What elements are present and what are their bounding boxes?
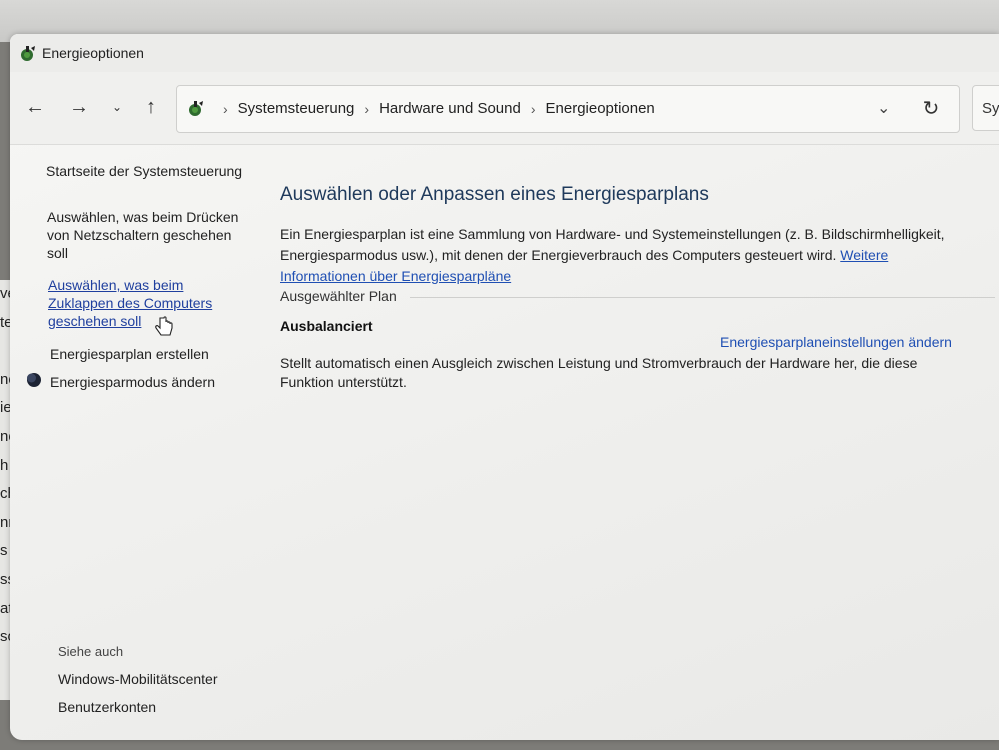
sidebar: Startseite der Systemsteuerung Auswählen… xyxy=(10,144,260,740)
chevron-right-icon[interactable]: › xyxy=(531,101,536,117)
breadcrumb: › Systemsteuerung › Hardware und Sound ›… xyxy=(213,100,655,117)
plan-description-text: Funktion unterstützt. xyxy=(280,374,407,390)
search-input[interactable]: Sy xyxy=(972,85,999,131)
description-text: Ein Energiesparplan ist eine Sammlung vo… xyxy=(280,226,945,242)
forward-button[interactable]: → xyxy=(66,94,92,120)
link-line: Zuklappen des Computers xyxy=(48,295,213,311)
power-options-icon xyxy=(189,101,203,116)
up-button[interactable]: ↑ xyxy=(138,94,164,120)
link-line: soll xyxy=(47,245,69,261)
breadcrumb-energieoptionen[interactable]: Energieoptionen xyxy=(546,100,655,117)
search-placeholder: Sy xyxy=(982,100,999,117)
link-line: Auswählen, was beim xyxy=(48,277,184,293)
breadcrumb-systemsteuerung[interactable]: Systemsteuerung xyxy=(238,100,355,117)
breadcrumb-hardware-und-sound[interactable]: Hardware und Sound xyxy=(379,100,521,117)
page-title: Auswählen oder Anpassen eines Energiespa… xyxy=(280,184,709,205)
selected-plan-label: Ausgewählter Plan xyxy=(280,288,397,304)
sidebar-power-mode-link[interactable]: Energiesparmodus ändern xyxy=(50,373,215,391)
description-text: Energiesparmodus usw.), mit denen der En… xyxy=(280,247,837,263)
hand-cursor-icon xyxy=(155,316,173,336)
more-info-link-continued[interactable]: Informationen über Energiesparpläne xyxy=(280,268,511,284)
sidebar-mobility-center-link[interactable]: Windows-Mobilitätscenter xyxy=(58,670,218,688)
chevron-right-icon: › xyxy=(223,100,228,117)
address-bar[interactable]: › Systemsteuerung › Hardware und Sound ›… xyxy=(176,85,960,133)
link-line: geschehen soll xyxy=(48,313,142,329)
plan-description-text: Stellt automatisch einen Ausgleich zwisc… xyxy=(280,355,918,371)
page-description: Ein Energiesparplan ist eine Sammlung vo… xyxy=(280,224,990,287)
arrow-left-icon: ← xyxy=(25,95,45,118)
arrow-right-icon: → xyxy=(69,95,89,118)
plan-description: Stellt automatisch einen Ausgleich zwisc… xyxy=(280,354,980,392)
control-panel-window: Energieoptionen ← → ⌄ ↑ › Systemsteuerun… xyxy=(10,34,999,740)
more-info-link[interactable]: Weitere xyxy=(840,247,888,263)
title-bar[interactable]: Energieoptionen xyxy=(10,34,999,72)
link-line: Auswählen, was beim Drücken xyxy=(47,209,239,225)
back-button[interactable]: ← xyxy=(22,94,48,120)
link-line: von Netzschaltern geschehen xyxy=(47,227,232,243)
sidebar-home-link[interactable]: Startseite der Systemsteuerung xyxy=(46,162,242,180)
power-options-icon xyxy=(21,46,35,61)
chevron-down-icon[interactable]: ⌄ xyxy=(877,98,890,118)
sidebar-create-plan-link[interactable]: Energiesparplan erstellen xyxy=(50,345,209,363)
refresh-icon: ↻ xyxy=(922,97,940,120)
sidebar-power-button-link[interactable]: Auswählen, was beim Drücken von Netzscha… xyxy=(47,208,238,262)
refresh-button[interactable]: ↻ xyxy=(917,94,945,122)
recent-locations-button[interactable]: ⌄ xyxy=(104,94,130,120)
navigation-bar: ← → ⌄ ↑ › Systemsteuerung › Hardware und… xyxy=(10,72,999,145)
sidebar-user-accounts-link[interactable]: Benutzerkonten xyxy=(58,698,156,716)
main-content: Auswählen oder Anpassen eines Energiespa… xyxy=(280,144,999,740)
window-title: Energieoptionen xyxy=(42,45,144,61)
group-divider xyxy=(410,297,995,298)
chevron-right-icon[interactable]: › xyxy=(364,101,369,117)
chevron-down-icon: ⌄ xyxy=(111,100,123,114)
change-plan-settings-link[interactable]: Energiesparplaneinstellungen ändern xyxy=(720,334,952,350)
moon-icon xyxy=(27,373,41,387)
see-also-heading: Siehe auch xyxy=(58,644,124,659)
plan-name[interactable]: Ausbalanciert xyxy=(280,318,373,334)
arrow-up-icon: ↑ xyxy=(146,95,156,118)
sidebar-lid-close-link[interactable]: Auswählen, was beim Zuklappen des Comput… xyxy=(48,276,212,330)
